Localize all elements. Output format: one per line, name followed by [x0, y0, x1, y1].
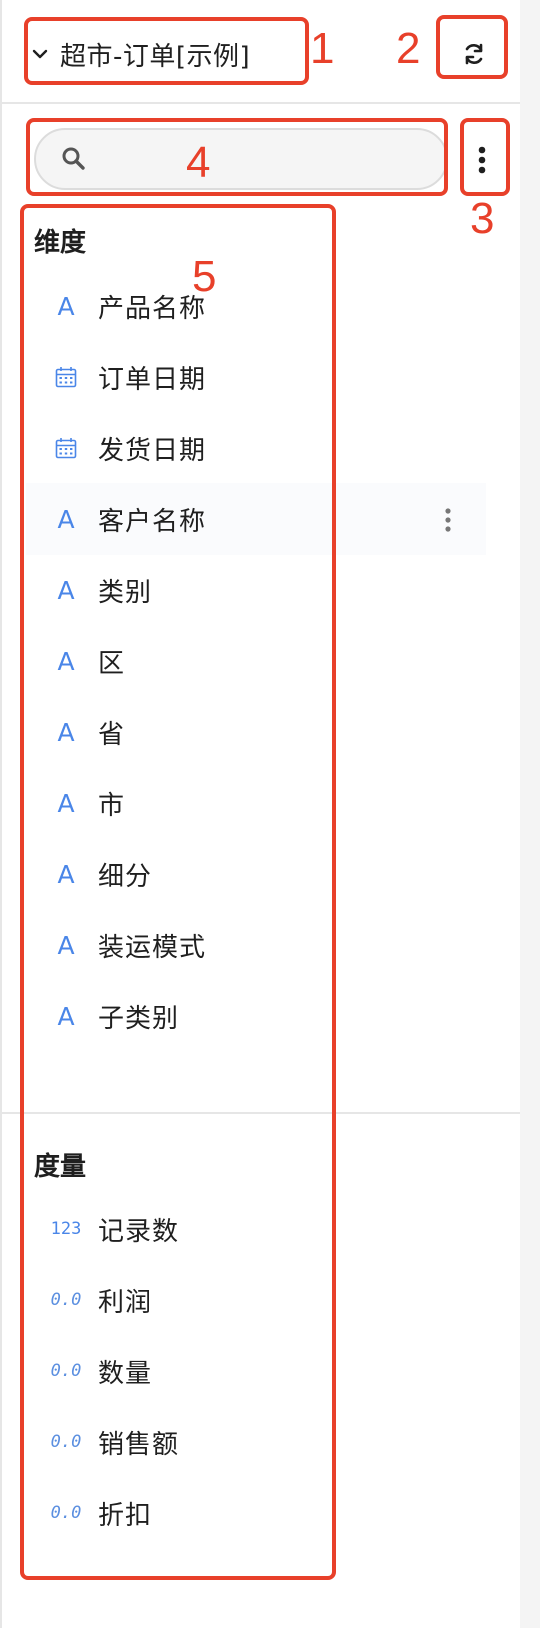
- field-item-customer-name[interactable]: A 客户名称: [26, 483, 486, 555]
- chevron-down-icon: [32, 49, 48, 59]
- datasource-name: 超市-订单[示例]: [60, 41, 251, 72]
- field-label: 折扣: [98, 1500, 153, 1531]
- number-type-icon: 123: [50, 1219, 82, 1239]
- calendar-icon: [48, 437, 84, 459]
- dimensions-title: 维度: [34, 228, 87, 258]
- section-divider: [0, 1112, 520, 1114]
- field-item-city[interactable]: A 市: [26, 767, 486, 839]
- text-type-icon: A: [57, 717, 75, 747]
- field-label: 区: [98, 648, 126, 679]
- text-type-icon: A: [57, 646, 75, 676]
- calendar-icon: [48, 366, 84, 388]
- text-type-icon: A: [57, 575, 75, 605]
- refresh-icon: [465, 43, 483, 65]
- field-label: 产品名称: [98, 293, 207, 324]
- text-type-icon: A: [57, 504, 75, 534]
- field-item-product-name[interactable]: A 产品名称: [26, 270, 486, 342]
- field-item-ship-date[interactable]: 发货日期: [26, 412, 486, 484]
- panel-left-border: [0, 0, 2, 1628]
- number-type-icon: 0.0: [50, 1503, 82, 1523]
- text-type-icon: A: [57, 1001, 75, 1031]
- text-type-icon: A: [57, 859, 75, 889]
- field-item-record-count[interactable]: 123 记录数: [26, 1193, 486, 1265]
- field-label: 销售额: [98, 1429, 180, 1460]
- field-label: 利润: [98, 1287, 153, 1318]
- more-vertical-icon: [478, 146, 486, 174]
- number-type-icon: 0.0: [50, 1432, 82, 1452]
- field-label: 数量: [98, 1358, 153, 1389]
- data-panel: 超市-订单[示例] 维度 A 产品名称 订单日期 发货日期 A 客户名称 A 类…: [0, 0, 520, 1628]
- field-item-quantity[interactable]: 0.0 数量: [26, 1335, 486, 1407]
- field-label: 省: [98, 719, 126, 750]
- field-label: 类别: [98, 577, 153, 608]
- number-type-icon: 0.0: [50, 1361, 82, 1381]
- field-item-profit[interactable]: 0.0 利润: [26, 1264, 486, 1336]
- search-input[interactable]: [98, 145, 446, 173]
- field-more-icon[interactable]: [440, 507, 456, 533]
- field-label: 装运模式: [98, 932, 207, 963]
- field-item-category[interactable]: A 类别: [26, 554, 486, 626]
- header-divider: [0, 102, 520, 104]
- field-label: 市: [98, 790, 126, 821]
- more-options-button[interactable]: [462, 126, 502, 194]
- field-item-segment[interactable]: A 细分: [26, 838, 486, 910]
- field-item-ship-mode[interactable]: A 装运模式: [26, 909, 486, 981]
- text-type-icon: A: [57, 788, 75, 818]
- measures-title: 度量: [34, 1152, 87, 1182]
- field-item-order-date[interactable]: 订单日期: [26, 341, 486, 413]
- scrollbar-track[interactable]: [520, 0, 540, 1628]
- refresh-button[interactable]: [450, 32, 498, 76]
- number-type-icon: 0.0: [50, 1290, 82, 1310]
- datasource-selector[interactable]: 超市-订单[示例]: [30, 24, 250, 84]
- field-label: 订单日期: [98, 364, 207, 395]
- field-label: 发货日期: [98, 435, 207, 466]
- search-icon: [62, 147, 85, 170]
- field-label: 客户名称: [98, 506, 207, 537]
- field-item-region[interactable]: A 区: [26, 625, 486, 697]
- text-type-icon: A: [57, 291, 75, 321]
- field-label: 记录数: [98, 1216, 180, 1247]
- field-label: 细分: [98, 861, 153, 892]
- text-type-icon: A: [57, 930, 75, 960]
- field-item-sub-category[interactable]: A 子类别: [26, 980, 486, 1052]
- field-item-discount[interactable]: 0.0 折扣: [26, 1477, 486, 1549]
- field-item-sales[interactable]: 0.0 销售额: [26, 1406, 486, 1478]
- field-label: 子类别: [98, 1003, 180, 1034]
- field-item-province[interactable]: A 省: [26, 696, 486, 768]
- field-search-box[interactable]: [34, 128, 448, 190]
